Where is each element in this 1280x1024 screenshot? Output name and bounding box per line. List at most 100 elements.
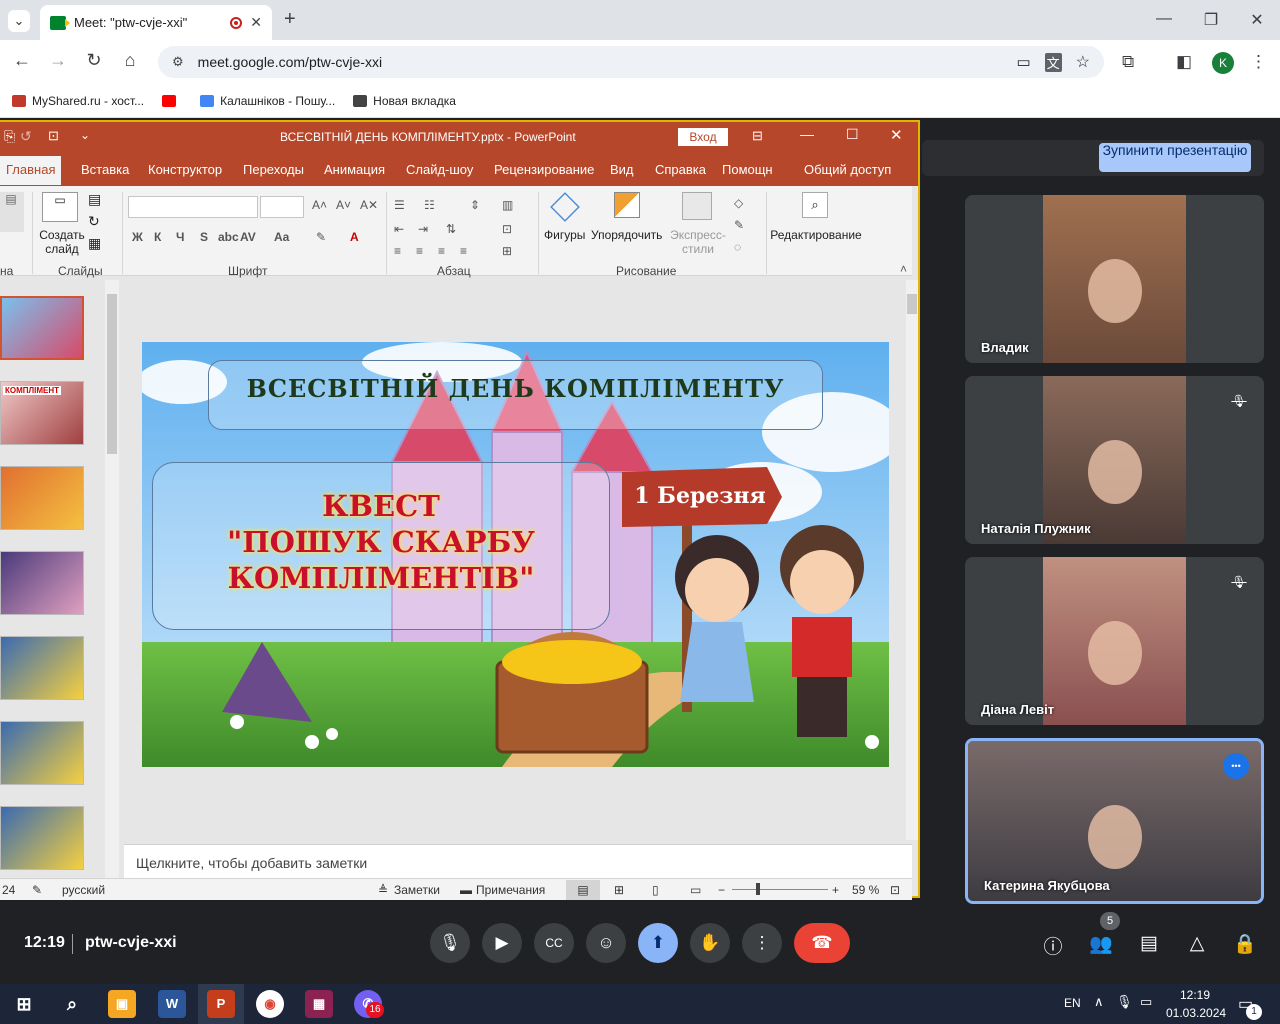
chrome-icon[interactable]: ◉	[256, 990, 284, 1018]
captions-icon[interactable]: CC	[534, 923, 574, 963]
minimize-icon[interactable]: —	[1141, 10, 1187, 28]
zoom-out-icon[interactable]: −	[718, 883, 725, 897]
smartart-icon[interactable]: ⊞	[502, 244, 512, 258]
create-slide-button[interactable]: Создать слайд	[36, 228, 88, 256]
notes-toggle[interactable]: Заметки	[394, 883, 440, 897]
camera-toggle-icon[interactable]: ▶	[482, 923, 522, 963]
ppt-minimize-icon[interactable]: —	[800, 126, 814, 142]
slide-sorter-icon[interactable]: ⊞	[614, 883, 624, 897]
host-controls-icon[interactable]: 🔒	[1230, 932, 1260, 956]
ribbon-tab[interactable]: Переходы	[243, 162, 304, 177]
close-window-icon[interactable]: ✕	[1234, 10, 1280, 30]
arrange-icon[interactable]	[614, 192, 640, 218]
slide-canvas[interactable]: ВСЕСВІТНІЙ ДЕНЬ КОМПЛІМЕНТУ КВЕСТ "ПОШУК…	[142, 342, 889, 767]
ppt-close-icon[interactable]: ✕	[890, 126, 903, 144]
font-format-button[interactable]: AV	[240, 230, 256, 244]
taskbar-time[interactable]: 12:19	[1180, 988, 1210, 1002]
shapes-button[interactable]: Фигуры	[544, 228, 585, 242]
bookmark-star-icon[interactable]: ☆	[1076, 52, 1090, 72]
scrollbar-thumb[interactable]	[107, 294, 117, 454]
new-tab-button[interactable]: +	[284, 8, 296, 31]
slide-thumbnail[interactable]	[0, 466, 84, 530]
browser-tab-meet[interactable]: Meet: "ptw-cvje-xxi" ✕	[40, 5, 272, 40]
site-info-icon[interactable]: ⚙	[172, 54, 184, 70]
redo-icon[interactable]: ↺	[20, 128, 32, 145]
justify-icon[interactable]: ≡	[460, 244, 467, 258]
ribbon-tab[interactable]: Справка	[655, 162, 706, 177]
normal-view-icon[interactable]: ▤	[566, 880, 600, 900]
slideshow-icon[interactable]: ▭	[690, 883, 701, 897]
shape-outline-icon[interactable]: ✎	[734, 218, 744, 232]
font-color-icon[interactable]: A	[350, 230, 359, 244]
chrome-menu-icon[interactable]: ⋮	[1250, 52, 1267, 72]
grow-font-icon[interactable]: A˄	[312, 198, 327, 212]
line-spacing-icon[interactable]: ⇕	[470, 198, 480, 212]
quick-styles-icon[interactable]	[682, 192, 712, 220]
font-format-button[interactable]: Ж	[132, 230, 143, 244]
network-icon[interactable]: ▭	[1140, 994, 1152, 1010]
forward-icon[interactable]: →	[46, 50, 70, 71]
shape-effects-icon[interactable]: ◌	[734, 240, 741, 254]
font-size-box[interactable]	[260, 196, 304, 218]
font-format-button[interactable]: К	[154, 230, 161, 244]
ribbon-tab[interactable]: Рецензирование	[494, 162, 594, 177]
comments-icon[interactable]: ▬	[460, 883, 472, 897]
tab-close-icon[interactable]: ✕	[250, 14, 262, 31]
ppt-maximize-icon[interactable]: ☐	[846, 126, 859, 143]
align-right-icon[interactable]: ≡	[438, 244, 445, 258]
bookmark-item[interactable]	[162, 94, 182, 107]
reset-icon[interactable]: ↻	[88, 214, 100, 228]
profile-avatar[interactable]: K	[1212, 52, 1234, 74]
outdent-icon[interactable]: ⇥	[418, 222, 428, 236]
from-beginning-icon[interactable]: ⊡	[48, 128, 59, 144]
notes-pane[interactable]: Щелкните, чтобы добавить заметки	[124, 844, 912, 878]
slide-thumbnail[interactable]: КОМПЛІМЕНТ	[0, 381, 84, 445]
save-icon[interactable]: ⎘	[4, 128, 15, 145]
more-options-icon[interactable]: ⋮	[742, 923, 782, 963]
align-left-icon[interactable]: ≡	[394, 244, 401, 258]
section-icon[interactable]: ▦	[88, 236, 101, 250]
text-direction-icon[interactable]: ⇅	[446, 222, 456, 236]
slide-thumbnail[interactable]	[0, 551, 84, 615]
ribbon-tab[interactable]: Общий доступ	[804, 162, 891, 177]
extensions-icon[interactable]: ⧉	[1122, 52, 1134, 72]
slide-thumbnail[interactable]	[0, 636, 84, 700]
windows-start-icon[interactable]: ⊞	[10, 990, 38, 1018]
participant-tile[interactable]: Діана Левіт 🎙	[965, 557, 1264, 725]
winrar-icon[interactable]: ▦	[305, 990, 333, 1018]
present-screen-icon[interactable]: ⬆	[638, 923, 678, 963]
translate-icon[interactable]: 文	[1044, 52, 1062, 72]
paste-icon[interactable]: ▤	[0, 192, 24, 232]
bookmark-item[interactable]: MyShared.ru - хост...	[12, 94, 144, 108]
align-text-icon[interactable]: ⊡	[502, 222, 512, 236]
back-icon[interactable]: ←	[10, 50, 34, 71]
qat-customize-icon[interactable]: ⌄	[80, 128, 90, 142]
slide-thumbnail[interactable]	[0, 806, 84, 870]
store-icon[interactable]: ▣	[108, 990, 136, 1018]
notes-toggle-icon[interactable]: ≜	[378, 883, 388, 897]
new-slide-icon[interactable]: ▭	[42, 192, 78, 222]
font-format-button[interactable]: Ч	[176, 230, 184, 244]
tray-expand-icon[interactable]: ∧	[1094, 994, 1104, 1010]
chat-icon[interactable]: ▤	[1134, 932, 1164, 955]
language-status[interactable]: русский	[62, 883, 105, 897]
ribbon-tab[interactable]: Вставка	[81, 162, 129, 177]
slide-scrollbar[interactable]	[906, 280, 918, 840]
powerpoint-icon[interactable]: P	[207, 990, 235, 1018]
numbering-icon[interactable]: ☷	[424, 198, 435, 212]
zoom-slider[interactable]	[732, 889, 828, 890]
zoom-level[interactable]: 59 %	[852, 883, 879, 897]
collapse-ribbon-icon[interactable]: ˄	[900, 262, 907, 276]
raise-hand-icon[interactable]: ✋	[690, 923, 730, 963]
emoji-icon[interactable]: ☺	[586, 923, 626, 963]
word-icon[interactable]: W	[158, 990, 186, 1018]
slide-thumbnail[interactable]	[0, 296, 84, 360]
slide-scrollbar-thumb[interactable]	[907, 294, 917, 314]
slide-thumbnail[interactable]	[0, 721, 84, 785]
ribbon-tab[interactable]: Конструктор	[148, 162, 222, 177]
participant-tile[interactable]: Катерина Якубцова •••	[965, 738, 1264, 904]
indent-icon[interactable]: ⇤	[394, 222, 404, 236]
tab-search-button[interactable]: ⌄	[8, 10, 30, 32]
participant-tile[interactable]: Владик	[965, 195, 1264, 363]
meeting-info-icon[interactable]: ⓘ	[1038, 932, 1068, 959]
